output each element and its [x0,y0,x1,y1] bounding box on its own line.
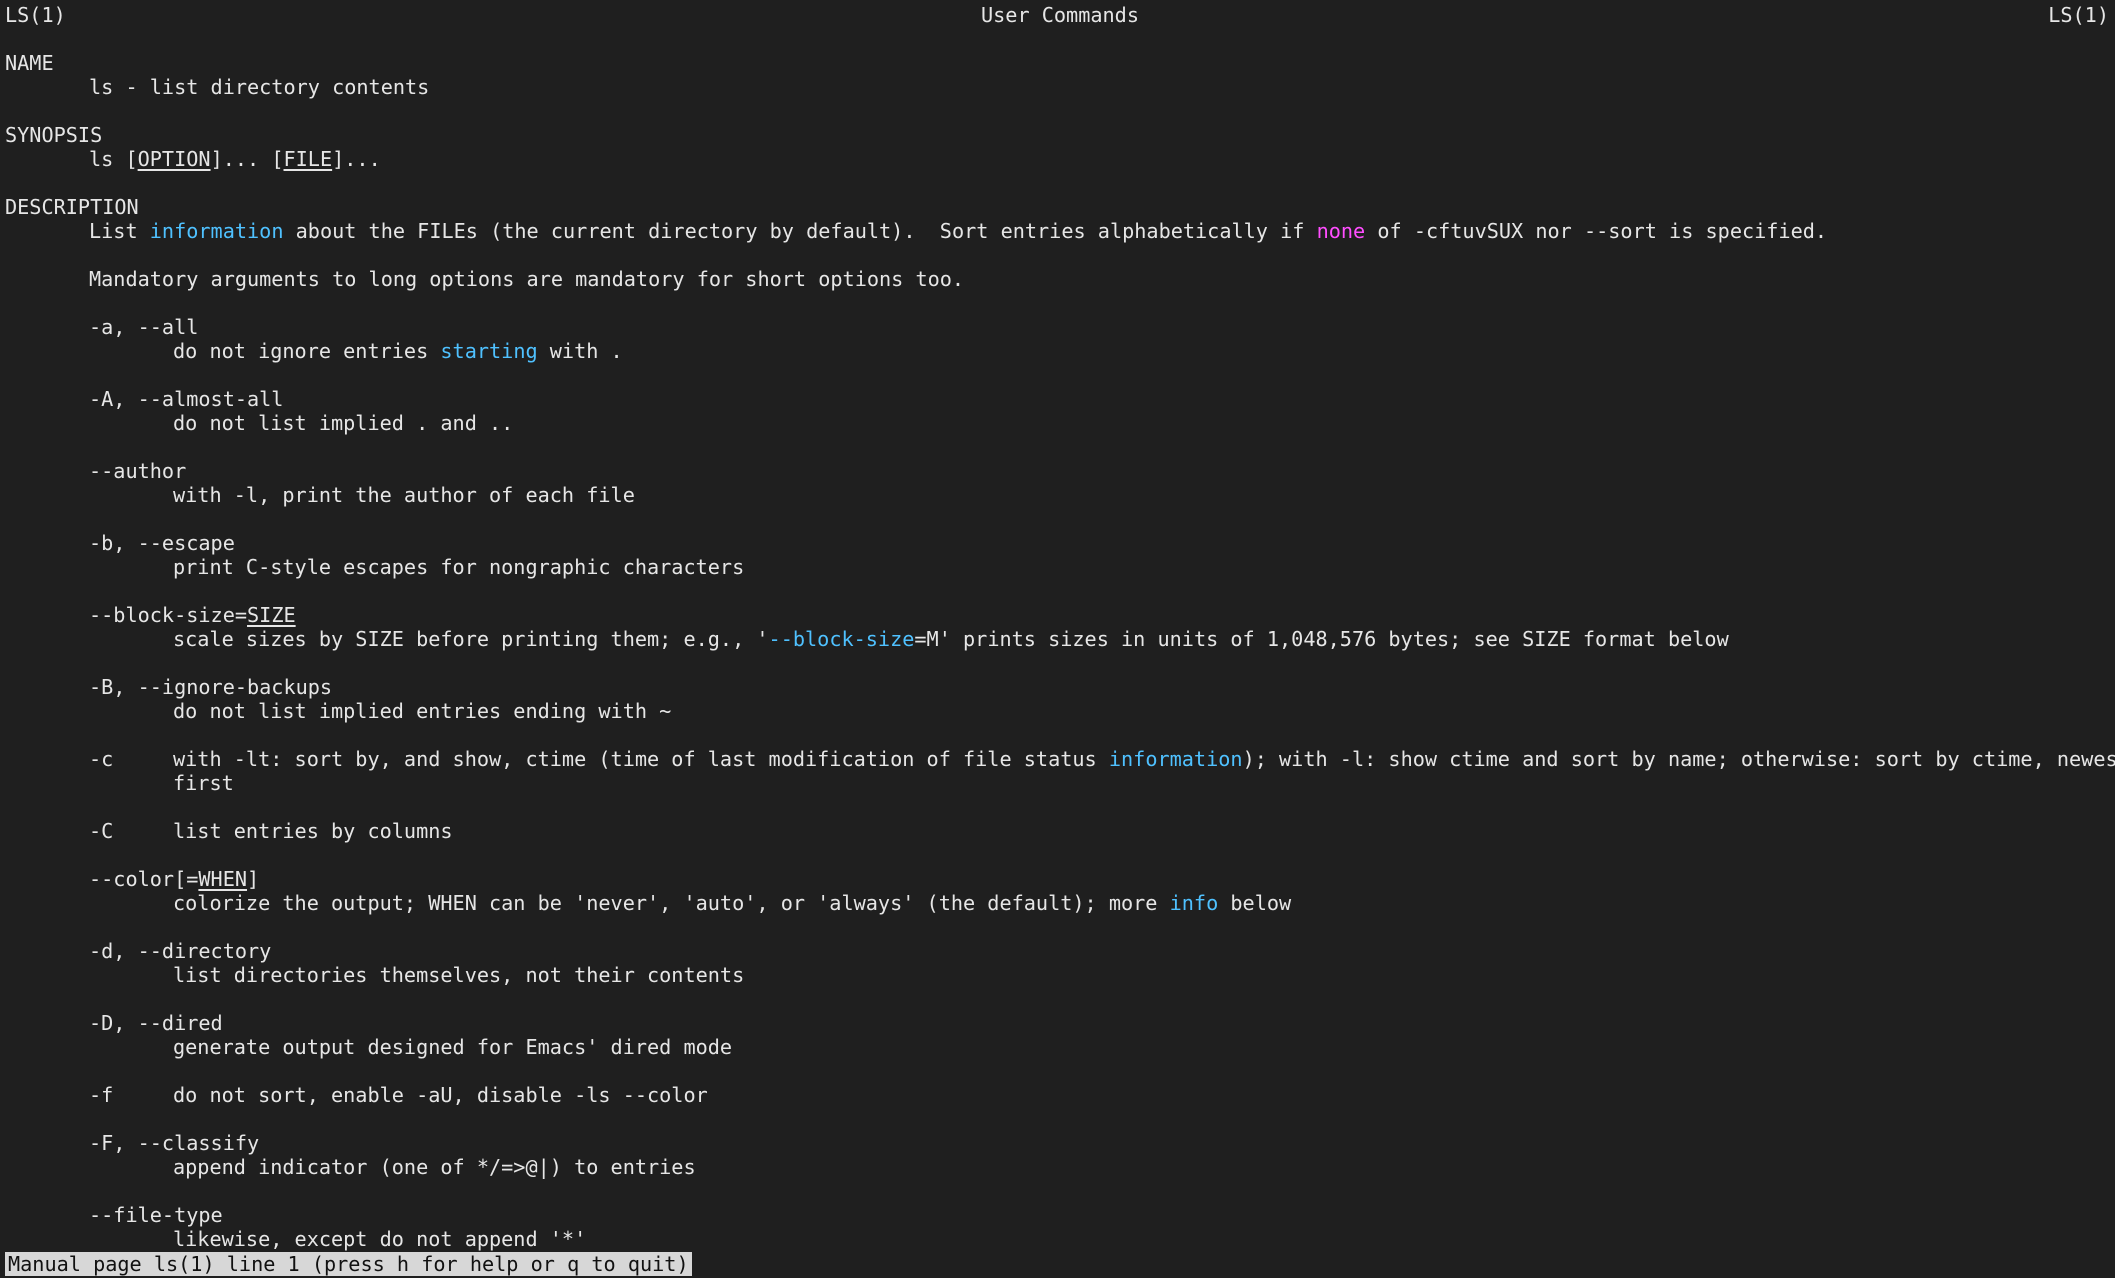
option-desc: list directories themselves, not their c… [173,963,745,987]
text: with . [537,339,623,363]
option-flag: --author [89,459,187,483]
text: scale sizes by SIZE before printing them… [173,627,769,651]
text: --block-size= [89,603,248,627]
text: with -lt: sort by, and show, ctime (time… [173,747,1109,771]
text: ] [247,867,260,891]
header-title: User Commands [980,3,1139,27]
text: List [89,219,150,243]
option-desc-continued: first [173,771,234,795]
option-desc: do not list implied . and .. [173,411,514,435]
option-desc: print C-style escapes for nongraphic cha… [173,555,745,579]
option-inline: -C list entries by columns [5,819,2115,843]
option-desc: do not list implied entries ending with … [173,699,672,723]
header-right: LS(1) [2048,3,2109,27]
section-heading-synopsis: SYNOPSIS [5,123,103,147]
text: below [1218,891,1292,915]
synopsis-bracket: ]... [ [210,147,284,171]
text: about the FILEs (the current directory b… [283,219,1317,243]
name-text: ls - list directory contents [89,75,430,99]
synopsis-bracket: [ [125,147,138,171]
option-flag: -A, --almost-all [89,387,284,411]
option-flag: --file-type [89,1203,223,1227]
text: do not ignore entries [173,339,441,363]
synopsis-cmd: ls [89,147,114,171]
text: ); with -l: show ctime and sort by name;… [1242,747,2115,771]
synopsis-bracket: ]... [332,147,381,171]
option-desc: likewise, except do not append '*' [173,1227,587,1251]
flag-arg: WHEN [198,867,248,891]
option-desc: colorize the output; WHEN can be 'never'… [5,891,2115,915]
option-inline: -f do not sort, enable -aU, disable -ls -… [5,1083,2115,1107]
option-flag: -a, --all [89,315,199,339]
text: --color[= [89,867,199,891]
option-desc: scale sizes by SIZE before printing them… [5,627,2115,651]
highlight-link[interactable]: information [1109,747,1243,771]
option-desc: with -l, print the author of each file [173,483,635,507]
man-page-viewer: LS(1) User Commands LS(1) NAME ls - list… [5,3,2115,1251]
option-flag: -C [89,819,114,843]
option-desc: list entries by columns [173,819,453,843]
section-heading-description: DESCRIPTION [5,195,139,219]
option-desc: do not ignore entries starting with . [5,339,2115,363]
description-p1: List information about the FILEs (the cu… [5,219,2115,243]
description-p2: Mandatory arguments to long options are … [89,267,965,291]
option-inline: -c with -lt: sort by, and show, ctime (ti… [5,747,2115,771]
text: =M' prints sizes in units of 1,048,576 b… [914,627,1729,651]
pager-status-bar[interactable]: Manual page ls(1) line 1 (press h for he… [5,1252,692,1276]
section-heading-name: NAME [5,51,54,75]
option-flag: -D, --dired [89,1011,223,1035]
option-flag: -F, --classify [89,1131,260,1155]
option-desc: do not sort, enable -aU, disable -ls --c… [173,1083,708,1107]
option-flag: -b, --escape [89,531,235,555]
option-desc: with -lt: sort by, and show, ctime (time… [173,747,2115,771]
flag-arg: SIZE [247,603,296,627]
man-header: LS(1) User Commands LS(1) [5,3,2115,27]
synopsis-option: OPTION [137,147,211,171]
option-flag: -d, --directory [89,939,272,963]
highlight-link[interactable]: information [150,219,284,243]
synopsis-file: FILE [283,147,333,171]
option-flag: -c [89,747,114,771]
text: colorize the output; WHEN can be 'never'… [173,891,1170,915]
highlight-link[interactable]: info [1170,891,1219,915]
option-desc: generate output designed for Emacs' dire… [173,1035,733,1059]
text: of -cftuvSUX nor --sort is specified. [1365,219,1828,243]
option-flag: -f [89,1083,114,1107]
synopsis-text: ls [OPTION]... [FILE]... [5,147,2115,171]
option-flag: --color[=WHEN] [5,867,2115,891]
option-flag: --block-size=SIZE [5,603,2115,627]
option-flag: -B, --ignore-backups [89,675,333,699]
highlight-link[interactable]: starting [440,339,537,363]
highlight-link[interactable]: none [1317,219,1366,243]
option-desc: append indicator (one of */=>@|) to entr… [173,1155,696,1179]
highlight-link[interactable]: --block-size [769,627,915,651]
